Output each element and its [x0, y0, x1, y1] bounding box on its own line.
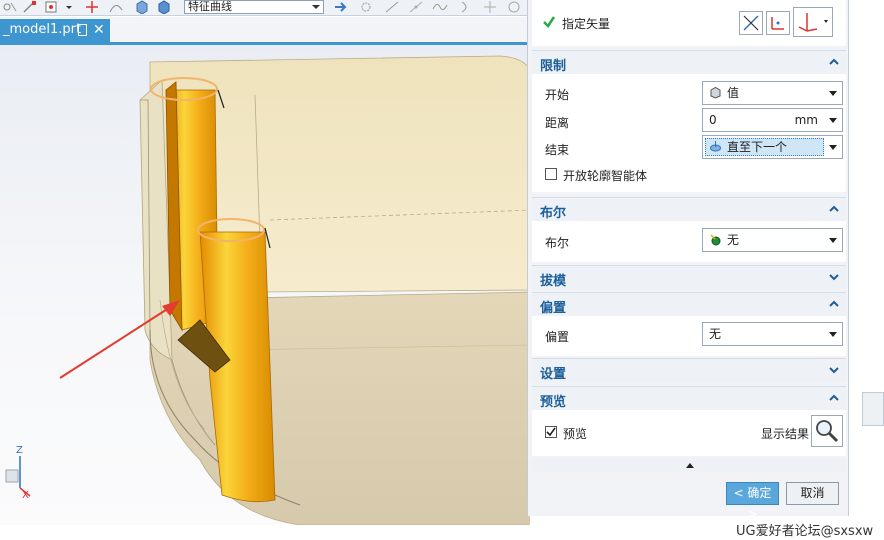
- tab-model1[interactable]: _model1.prt ✕: [0, 19, 110, 42]
- snap-point-icon[interactable]: [2, 0, 18, 14]
- extrude-dialog: 指定矢量 限制 开始 值 距离 0 mm 结束 直至下一个 开放轮廓智能体 布尔…: [527, 0, 849, 521]
- chevron-up-icon[interactable]: [828, 56, 840, 68]
- preview-title: 预览: [540, 395, 567, 410]
- end-point-icon[interactable]: [22, 0, 38, 14]
- resource-bar-handle[interactable]: [862, 392, 884, 426]
- start-value: 值: [727, 86, 740, 100]
- cancel-button[interactable]: 取消: [786, 482, 839, 505]
- show-result-label: 显示结果: [761, 427, 810, 441]
- checkmark-icon: [543, 16, 556, 28]
- collapse-up-icon: [686, 463, 694, 468]
- triad-cube: [5, 469, 19, 483]
- stop-at-intersection-icon[interactable]: [358, 0, 374, 14]
- vector-dialog-icon[interactable]: [766, 11, 790, 35]
- offset-dropdown[interactable]: 无: [702, 322, 843, 346]
- chevron-down-icon: [829, 332, 837, 337]
- tab-strip: _model1.prt ✕: [0, 17, 530, 42]
- distance-input[interactable]: 0 mm: [702, 108, 843, 132]
- boolean-section: 布尔 无: [532, 221, 846, 262]
- start-label: 开始: [545, 88, 570, 102]
- graphics-viewport[interactable]: Z X: [0, 45, 530, 525]
- chevron-down-icon[interactable]: [828, 271, 840, 283]
- ok-button[interactable]: < 确定 >: [726, 482, 779, 521]
- preview-checkbox[interactable]: [545, 426, 557, 438]
- distance-value: 0: [709, 113, 717, 127]
- model-scene[interactable]: Z X: [0, 45, 530, 525]
- chevron-up-icon[interactable]: [828, 392, 840, 404]
- preview-label: 预览: [563, 427, 588, 441]
- offset-label: 偏置: [545, 330, 570, 344]
- offset-section: 偏置 无: [532, 316, 846, 356]
- start-dropdown[interactable]: 值: [702, 81, 843, 105]
- boolean-dropdown[interactable]: 无: [702, 228, 843, 252]
- boolean-section-header[interactable]: 布尔: [532, 197, 846, 221]
- dialog-collapse-bar[interactable]: [532, 458, 846, 472]
- chevron-down-icon: [829, 238, 837, 243]
- preview-section-header[interactable]: 预览: [532, 386, 846, 410]
- limits-section: 开始 值 距离 0 mm 结束 直至下一个 开放轮廓智能体: [532, 74, 846, 192]
- chevron-down-icon: [829, 145, 837, 150]
- open-profile-label: 开放轮廓智能体: [563, 169, 648, 183]
- offset-section-header[interactable]: 偏置: [532, 292, 846, 316]
- value-cube-icon: [710, 86, 721, 99]
- chevron-down-icon[interactable]: [828, 364, 840, 376]
- draft-title: 拔模: [540, 274, 567, 289]
- solid-select-icon[interactable]: [134, 0, 150, 14]
- triad-z-label: Z: [16, 445, 23, 456]
- specify-vector-label: 指定矢量: [562, 17, 611, 31]
- chevron-up-icon[interactable]: [828, 203, 840, 215]
- arc-icon[interactable]: [458, 0, 474, 14]
- settings-section-header[interactable]: 设置: [532, 358, 846, 382]
- spline-icon[interactable]: [432, 0, 448, 14]
- boolean-label: 布尔: [545, 236, 570, 250]
- triad-x-label: X: [22, 490, 29, 501]
- line-tool-2-icon[interactable]: [408, 0, 424, 14]
- chevron-down-icon: [829, 118, 837, 123]
- open-profile-checkbox[interactable]: [545, 168, 557, 180]
- limits-section-header[interactable]: 限制: [532, 50, 846, 74]
- end-label: 结束: [545, 143, 570, 157]
- curve-rule-value: 特征曲线: [188, 0, 232, 13]
- body-select-icon[interactable]: [156, 0, 172, 14]
- end-value: 直至下一个: [727, 140, 788, 154]
- vector-section: 指定矢量: [532, 0, 846, 46]
- toolbar: 特征曲线: [0, 0, 530, 16]
- preview-section: 预览 显示结果: [532, 410, 846, 456]
- dropdown-arrow-icon[interactable]: [64, 0, 74, 14]
- boolean-none-icon: [710, 234, 721, 246]
- boolean-title: 布尔: [540, 206, 567, 221]
- reverse-direction-icon[interactable]: [739, 11, 763, 35]
- watermark-text: UG爱好者论坛@sxsxw: [736, 524, 874, 539]
- mid-point-icon[interactable]: [44, 0, 60, 14]
- tab-label: _model1.prt: [3, 22, 82, 37]
- magnifier-icon[interactable]: [811, 415, 843, 447]
- until-next-icon: [710, 141, 721, 152]
- boolean-value: 无: [727, 233, 740, 247]
- distance-label: 距离: [545, 116, 570, 130]
- offset-value: 无: [709, 327, 722, 341]
- point-on-curve-icon[interactable]: [108, 0, 124, 14]
- distance-unit: mm: [794, 113, 818, 127]
- inferred-vector-icon[interactable]: [793, 7, 833, 37]
- circle-icon[interactable]: [506, 0, 522, 14]
- cross-icon[interactable]: [482, 0, 498, 14]
- close-tab-icon[interactable]: ✕: [93, 19, 105, 41]
- line-tool-icon[interactable]: [384, 0, 400, 14]
- settings-title: 设置: [540, 367, 567, 382]
- end-value-wrap: 直至下一个: [709, 140, 787, 154]
- intersection-point-icon[interactable]: [84, 0, 100, 14]
- file-icon: [78, 24, 87, 36]
- limits-title: 限制: [540, 59, 567, 74]
- offset-title: 偏置: [540, 301, 567, 316]
- draft-section-header[interactable]: 拔模: [532, 265, 846, 289]
- chevron-up-icon[interactable]: [828, 298, 840, 310]
- arrow-right-icon[interactable]: [333, 0, 349, 14]
- checkmark-icon: [546, 427, 556, 437]
- chevron-down-icon: [829, 91, 837, 96]
- end-dropdown[interactable]: 直至下一个: [702, 135, 843, 159]
- chevron-down-icon: [312, 5, 320, 9]
- curve-rule-select[interactable]: 特征曲线: [184, 0, 324, 14]
